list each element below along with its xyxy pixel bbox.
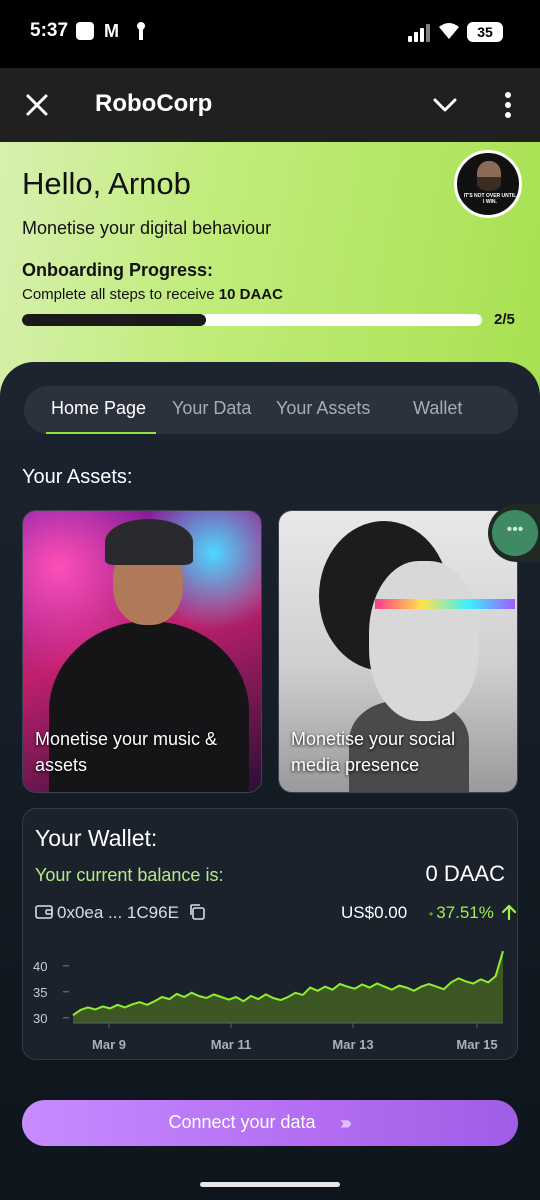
- balance-chart: 30 35 40 Mar 9 Mar 11 Mar 13 Mar 15: [33, 950, 504, 1051]
- music-asset-card[interactable]: Monetise your music & assets: [22, 510, 262, 793]
- tagline: Monetise your digital behaviour: [22, 218, 272, 238]
- y-tick-label: 30: [33, 1011, 47, 1026]
- arrow-up-icon: [501, 904, 516, 921]
- wallet-address[interactable]: 0x0ea ... 1C96E: [35, 903, 206, 923]
- double-chevron-right-icon: ››››: [340, 1113, 352, 1133]
- status-time: 5:37: [30, 20, 69, 41]
- status-bar: 5:37 M 35: [0, 0, 540, 68]
- app-bar: RoboCorp: [0, 68, 540, 142]
- wallet-icon: [35, 905, 53, 919]
- key-icon: [136, 22, 146, 40]
- progress-count: 2/5: [494, 311, 515, 328]
- wallet-heading: Your Wallet:: [35, 825, 158, 851]
- change-percent: 37.51%: [429, 903, 516, 923]
- x-tick-label: Mar 15: [456, 1037, 497, 1051]
- change-percent-text: 37.51%: [436, 903, 494, 922]
- close-icon[interactable]: [22, 90, 52, 120]
- tab-home-page[interactable]: Home Page: [51, 398, 146, 419]
- active-tab-indicator: [46, 432, 156, 434]
- x-tick-label: Mar 11: [211, 1037, 251, 1051]
- progress-fill: [22, 314, 206, 326]
- social-asset-card[interactable]: Monetise your social media presence: [278, 510, 518, 793]
- connect-data-label: Connect your data: [168, 1112, 316, 1132]
- copy-icon[interactable]: [188, 903, 206, 921]
- app-notification-icon: [76, 22, 94, 40]
- floating-menu-button[interactable]: •••: [488, 504, 540, 562]
- x-tick-label: Mar 9: [92, 1037, 126, 1051]
- music-card-label: Monetise your music & assets: [35, 729, 218, 775]
- home-indicator[interactable]: [200, 1182, 340, 1187]
- balance-value: 0 DAAC: [425, 861, 505, 886]
- gmail-icon: M: [104, 21, 119, 41]
- wallet-address-text: 0x0ea ... 1C96E: [57, 903, 179, 922]
- y-tick-label: 40: [33, 959, 47, 974]
- x-tick-label: Mar 13: [332, 1037, 373, 1051]
- tab-your-assets[interactable]: Your Assets: [276, 398, 370, 419]
- chevron-down-icon[interactable]: [430, 92, 460, 118]
- ellipsis-icon: •••: [506, 521, 524, 538]
- steps-text: Complete all steps to receive: [22, 286, 219, 303]
- onboarding-progress-bar: [22, 314, 482, 326]
- tab-wallet[interactable]: Wallet: [413, 398, 462, 419]
- avatar-caption: IT'S NOT OVER UNTIL I WIN.: [463, 193, 517, 205]
- more-options-icon[interactable]: [498, 90, 518, 120]
- social-card-label: Monetise your social media presence: [291, 729, 456, 775]
- connect-data-button[interactable]: Connect your data ››››: [22, 1100, 518, 1146]
- wallet-card: Your Wallet: Your current balance is: 0 …: [22, 808, 518, 1060]
- tab-bar: Home Page Your Data Your Assets Wallet: [24, 386, 518, 434]
- steps-reward: 10 DAAC: [218, 286, 283, 303]
- onboarding-steps-text: Complete all steps to receive 10 DAAC: [22, 286, 283, 303]
- battery-icon: 35: [467, 22, 503, 42]
- main-card: Home Page Your Data Your Assets Wallet Y…: [0, 362, 540, 1200]
- onboarding-label: Onboarding Progress:: [22, 260, 214, 280]
- woman-face-illustration: [369, 561, 479, 721]
- assets-heading: Your Assets:: [22, 466, 133, 488]
- signal-icon: [408, 24, 432, 42]
- greeting: Hello, Arnob: [22, 166, 191, 201]
- balance-label: Your current balance is:: [35, 865, 224, 885]
- dj-beanie-illustration: [105, 519, 193, 565]
- tab-your-data[interactable]: Your Data: [172, 398, 251, 419]
- app-title: RoboCorp: [95, 90, 213, 117]
- usd-value: US$0.00: [341, 903, 408, 922]
- y-tick-label: 35: [33, 985, 47, 1000]
- avatar[interactable]: IT'S NOT OVER UNTIL I WIN.: [454, 150, 522, 218]
- wifi-icon: [438, 22, 460, 40]
- rainbow-stripe-illustration: [375, 599, 515, 609]
- avatar-beard: [477, 177, 501, 191]
